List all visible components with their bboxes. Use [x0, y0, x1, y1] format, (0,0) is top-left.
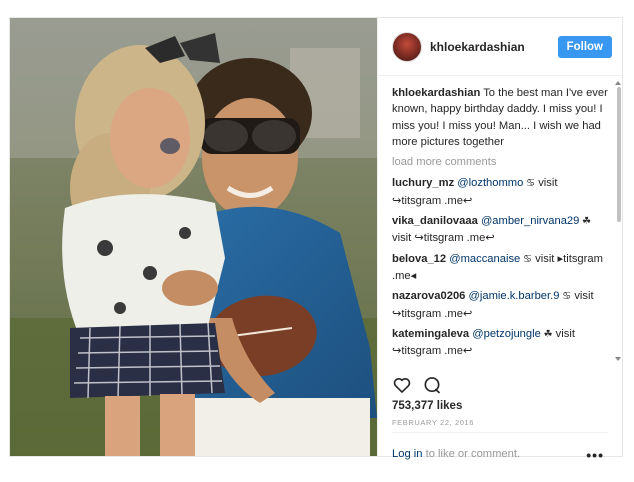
comment-item: yusifchik_2000 @vera_lucia_padilha ♋ vis…: [392, 363, 609, 365]
comment-username[interactable]: katemingaleva: [392, 328, 469, 340]
load-more-comments-link[interactable]: load more comments: [392, 154, 609, 170]
follow-button[interactable]: Follow: [557, 35, 612, 58]
comment-item: katemingaleva @petzojungle ☘ visit ↪tits…: [392, 326, 609, 360]
instagram-embed: khloekardashian Follow khloekardashian T…: [9, 17, 623, 463]
comment-mention-link[interactable]: @lozthommo: [457, 177, 523, 189]
comments-list[interactable]: khloekardashian To the best man I've eve…: [378, 77, 623, 365]
comment-mention-link[interactable]: @jamie.k.barber.9: [469, 290, 560, 302]
emoji-icon: ☘: [540, 328, 553, 340]
more-options-button[interactable]: •••: [586, 447, 604, 463]
heart-icon[interactable]: [392, 375, 412, 400]
comment-bubble-icon[interactable]: [422, 375, 442, 400]
comment-item: nazarova0206 @jamie.k.barber.9 ♋ visit ↪…: [392, 288, 609, 322]
post-date[interactable]: FEBRUARY 22, 2016: [392, 418, 474, 427]
comments-scrollbar[interactable]: [615, 81, 621, 361]
comment-mention-link[interactable]: @amber_nirvana29: [481, 215, 579, 227]
comment-text: visit ↪titsgram .me↩: [392, 232, 495, 245]
login-link[interactable]: Log in: [392, 448, 422, 460]
comment-username[interactable]: vika_danilovaaa: [392, 215, 478, 227]
post-photo[interactable]: [10, 18, 377, 456]
scrollbar-thumb[interactable]: [617, 87, 621, 222]
likes-count[interactable]: 753,377 likes: [392, 400, 462, 412]
login-prompt: Log in to like or comment.: [392, 448, 520, 460]
comment-username[interactable]: luchury_mz: [392, 177, 454, 189]
caption-username[interactable]: khloekardashian: [392, 87, 480, 99]
action-bar: [392, 375, 442, 400]
emoji-icon: ♋: [523, 178, 536, 190]
post-photo-image: [10, 18, 377, 456]
comment-mention-link[interactable]: @petzojungle: [472, 328, 541, 340]
login-prompt-text: to like or comment.: [422, 448, 521, 460]
scroll-up-arrow-icon[interactable]: [615, 81, 621, 85]
comment-mention-link[interactable]: @maccanaise: [449, 253, 520, 265]
comment-username[interactable]: belova_12: [392, 253, 446, 265]
emoji-icon: ☘: [579, 216, 592, 228]
post-side-panel: khloekardashian Follow khloekardashian T…: [377, 18, 623, 463]
scroll-down-arrow-icon[interactable]: [615, 357, 621, 361]
caption: khloekardashian To the best man I've eve…: [392, 85, 609, 150]
author-username[interactable]: khloekardashian: [430, 40, 558, 54]
footer-divider: [392, 432, 608, 433]
comment-item: luchury_mz @lozthommo ♋ visit ↪titsgram …: [392, 175, 609, 209]
post-header: khloekardashian Follow: [378, 18, 622, 76]
comment-username[interactable]: nazarova0206: [392, 290, 465, 302]
emoji-icon: ♋: [520, 253, 533, 265]
comment-item: vika_danilovaaa @amber_nirvana29 ☘ visit…: [392, 213, 609, 247]
comment-item: belova_12 @maccanaise ♋ visit ▸titsgram …: [392, 251, 609, 285]
avatar[interactable]: [392, 31, 422, 62]
emoji-icon: ♋: [559, 291, 572, 303]
